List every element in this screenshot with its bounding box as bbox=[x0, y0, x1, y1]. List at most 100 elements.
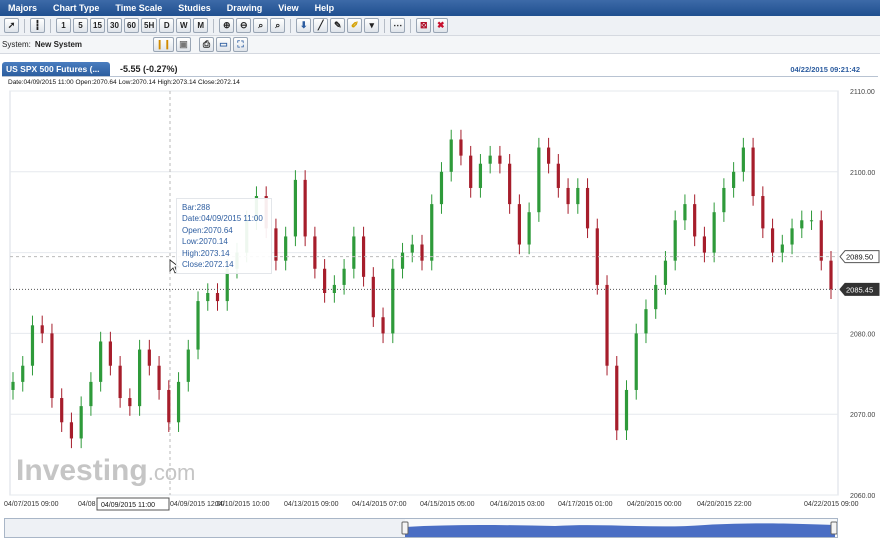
navigator-right-handle[interactable] bbox=[830, 521, 838, 535]
delete-selection-icon: ⊠ bbox=[419, 20, 428, 30]
x-tick-label: 04/13/2015 09:00 bbox=[284, 501, 339, 508]
candle-body bbox=[546, 147, 551, 164]
candle-body bbox=[137, 349, 142, 407]
crosshair-date-label: 04/09/2015 11:00 bbox=[101, 502, 155, 509]
zoom-fit-button[interactable]: ⌕ bbox=[253, 18, 269, 33]
candle-body bbox=[381, 317, 385, 334]
chart-type-button[interactable]: ┇ bbox=[30, 18, 45, 33]
candle-body bbox=[79, 406, 83, 439]
candle-body bbox=[410, 244, 414, 253]
menu-studies[interactable]: Studies bbox=[170, 3, 219, 13]
quote-timestamp: 04/22/2015 09:21:42 bbox=[790, 65, 860, 74]
x-tick-label: 04/10/2015 10:00 bbox=[215, 501, 270, 508]
navigator-left-handle[interactable] bbox=[401, 521, 409, 535]
zoom-out-button[interactable]: ⊖ bbox=[236, 18, 252, 33]
delete-all-button[interactable]: ✖ bbox=[433, 18, 449, 33]
interval-1-button[interactable]: 1 bbox=[56, 18, 71, 33]
zoom-in-icon: ⊕ bbox=[222, 20, 231, 30]
magnifier-icon: ⌕ bbox=[258, 20, 264, 30]
info-icon: ❙❙ bbox=[155, 39, 171, 49]
interval-w-button[interactable]: W bbox=[176, 18, 192, 33]
interval-m-button[interactable]: M bbox=[193, 18, 209, 33]
download-button[interactable]: ⬇ bbox=[296, 18, 312, 33]
candle-body bbox=[829, 260, 833, 290]
interval-5-button[interactable]: 5 bbox=[73, 18, 88, 33]
pointer-tool-button[interactable]: ➚ bbox=[4, 18, 19, 33]
menu-drawing[interactable]: Drawing bbox=[219, 3, 271, 13]
delete-drawing-button[interactable]: ⊠ bbox=[416, 18, 432, 33]
candle-body bbox=[118, 365, 122, 399]
save-icon: ▣ bbox=[179, 39, 188, 49]
candle-body bbox=[439, 171, 444, 205]
candle-body bbox=[605, 284, 609, 366]
menu-view[interactable]: View bbox=[270, 3, 306, 13]
interval-30-button[interactable]: 30 bbox=[107, 18, 122, 33]
navigator-overview bbox=[5, 519, 838, 537]
system-save-button[interactable]: ▣ bbox=[176, 37, 191, 52]
candle-body bbox=[673, 220, 677, 261]
toolbar-divider bbox=[24, 18, 25, 33]
candle-body bbox=[274, 228, 278, 261]
interval-5h-button[interactable]: 5H bbox=[141, 18, 158, 33]
image-button[interactable]: ▭ bbox=[216, 37, 231, 52]
draw-options-dropdown[interactable]: ▾ bbox=[364, 18, 380, 33]
candle-body bbox=[50, 333, 54, 399]
candle-body bbox=[624, 389, 629, 431]
crosshair-button[interactable]: ⋯ bbox=[390, 18, 406, 33]
candle-body bbox=[790, 228, 794, 245]
candle-body bbox=[498, 155, 502, 164]
candle-body bbox=[770, 228, 775, 253]
candle-body bbox=[303, 179, 307, 237]
y-tick-label: 2110.00 bbox=[850, 89, 875, 96]
menu-majors[interactable]: Majors bbox=[0, 3, 45, 13]
interval-15-button[interactable]: 15 bbox=[90, 18, 105, 33]
tooltip-high: High:2073.14 bbox=[182, 248, 230, 258]
candle-body bbox=[215, 293, 220, 302]
draw-color-button[interactable]: ✐ bbox=[347, 18, 363, 33]
fullscreen-button[interactable]: ⛶ bbox=[233, 37, 248, 52]
interval-d-button[interactable]: D bbox=[159, 18, 175, 33]
candle-body bbox=[517, 204, 521, 245]
x-tick-label: 04/07/2015 09:00 bbox=[4, 501, 59, 508]
candle-body bbox=[186, 349, 190, 382]
x-tick-label: 04/16/2015 03:00 bbox=[490, 501, 545, 508]
line-tool-button[interactable]: ╱ bbox=[313, 18, 329, 33]
chevron-down-icon: ▾ bbox=[369, 20, 374, 30]
zoom-reset-button[interactable]: ⌕ bbox=[270, 18, 286, 33]
candle-body bbox=[527, 212, 531, 245]
menu-chart-type[interactable]: Chart Type bbox=[45, 3, 107, 13]
candle-body bbox=[60, 398, 64, 423]
chart-tab-strip: US SPX 500 Futures (... -5.55 (-0.27%) 0… bbox=[0, 62, 880, 76]
interval-60-button[interactable]: 60 bbox=[124, 18, 139, 33]
candle-body bbox=[21, 365, 25, 382]
print-button[interactable]: ⎙ bbox=[199, 37, 214, 52]
candle-body bbox=[459, 139, 463, 156]
toolbar-divider bbox=[290, 18, 292, 33]
menu-time-scale[interactable]: Time Scale bbox=[107, 3, 170, 13]
candle-body bbox=[391, 268, 395, 334]
tooltip-low: Low:2070.14 bbox=[182, 237, 228, 247]
candle-body bbox=[566, 187, 570, 205]
toolbar-divider bbox=[213, 18, 215, 33]
marker-icon: ✐ bbox=[350, 20, 359, 30]
candle-body bbox=[449, 139, 453, 172]
main-toolbar: ➚ ┇ 1 5 15 30 60 5H D W M ⊕ ⊖ ⌕ ⌕ ⬇ ╱ ✎ ✐ ▾ ⋯ ⊠ … bbox=[0, 16, 880, 36]
candle-body bbox=[537, 147, 541, 213]
plot-area bbox=[9, 90, 839, 496]
symbol-tab[interactable]: US SPX 500 Futures (... bbox=[2, 62, 110, 76]
toolbar-divider bbox=[410, 18, 412, 33]
time-navigator[interactable] bbox=[4, 518, 838, 538]
x-tick-label: 04/17/2015 01:00 bbox=[558, 501, 613, 508]
navigator-unselected-range bbox=[5, 519, 405, 537]
candle-body bbox=[128, 398, 132, 407]
system-info-button[interactable]: ❙❙ bbox=[152, 37, 174, 52]
pen-tool-button[interactable]: ✎ bbox=[330, 18, 346, 33]
zoom-in-button[interactable]: ⊕ bbox=[219, 18, 235, 33]
menu-help[interactable]: Help bbox=[307, 3, 343, 13]
bar-tooltip: Bar:288 Date:04/09/2015 11:00 Open:2070.… bbox=[176, 198, 272, 275]
candle-body bbox=[167, 389, 171, 423]
candle-body bbox=[800, 220, 804, 229]
y-tick-label: 2100.00 bbox=[850, 170, 875, 177]
candle-body bbox=[69, 422, 74, 439]
candle-body bbox=[634, 333, 638, 390]
